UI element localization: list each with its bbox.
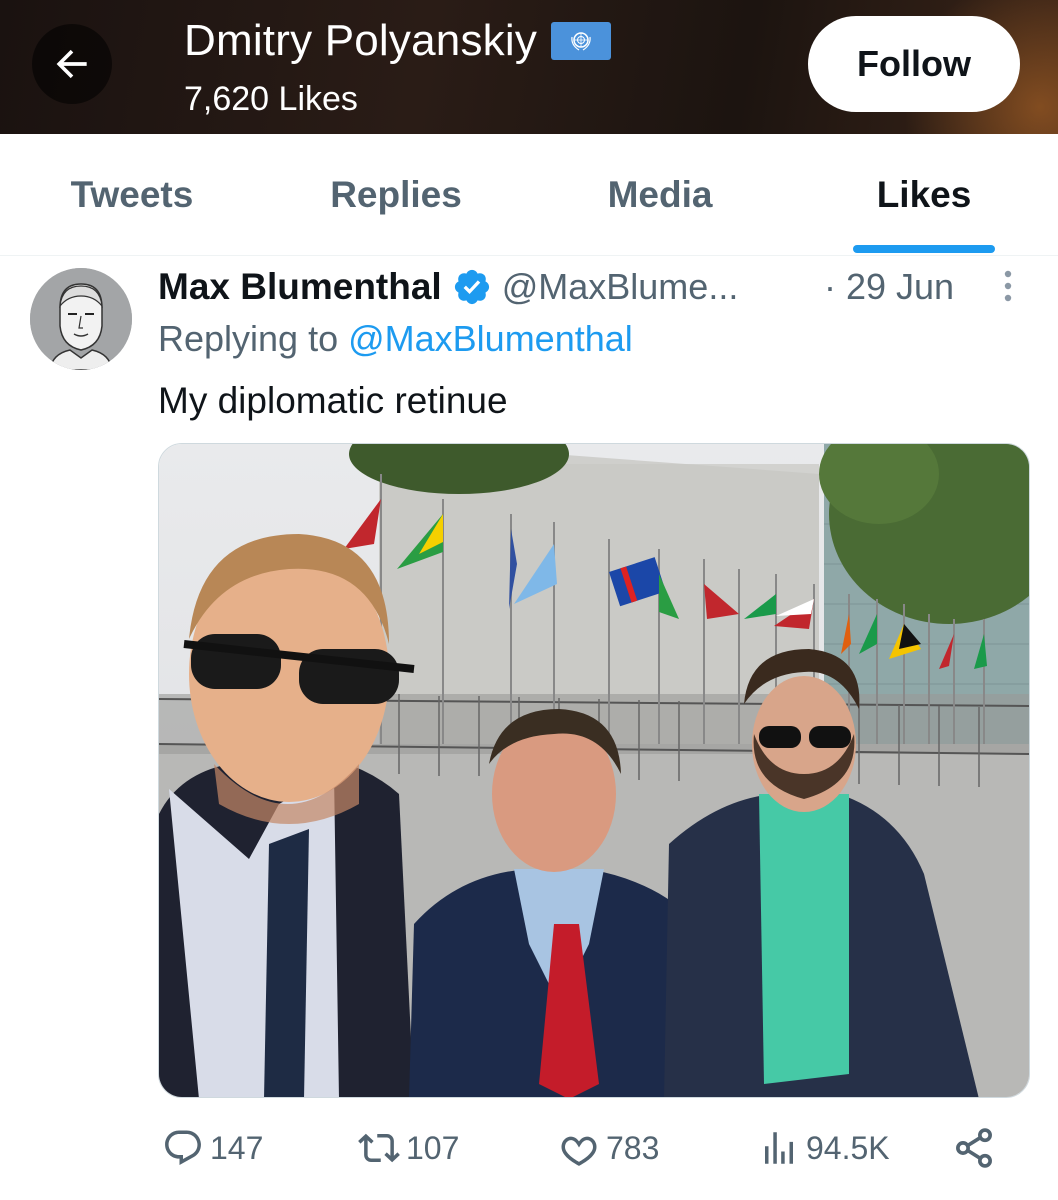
reply-action[interactable]: 147 [162,1122,263,1174]
tab-likes[interactable]: Likes [792,134,1056,256]
replying-prefix: Replying to [158,318,349,359]
reply-icon [165,1130,201,1165]
like-action[interactable]: 783 [558,1122,659,1174]
profile-header: Dmitry Polyanskiy 7,620 Likes Follow [0,0,1058,134]
heart-icon [561,1136,597,1166]
share-icon[interactable] [952,1126,996,1170]
back-button[interactable] [32,24,112,104]
avatar[interactable] [30,268,132,370]
tab-tweets[interactable]: Tweets [0,134,264,256]
tab-media[interactable]: Media [528,134,792,256]
active-tab-indicator [853,245,995,253]
follow-button[interactable]: Follow [808,16,1020,112]
profile-likes-count: 7,620 Likes [184,80,358,118]
like-count: 783 [606,1129,660,1166]
replying-handle-link[interactable]: @MaxBlumenthal [348,318,633,359]
profile-name: Dmitry Polyanskiy [184,16,538,65]
tweet-photo[interactable] [158,443,1030,1098]
views-chart-icon [765,1132,793,1164]
views-action[interactable]: 94.5K [758,1122,890,1174]
tweet-date[interactable]: · 29 Jun [824,262,954,312]
tab-replies[interactable]: Replies [264,134,528,256]
tweet-text: My diplomatic retinue [158,380,508,421]
un-flag-icon [551,22,612,60]
author-name[interactable]: Max Blumenthal [158,266,442,308]
replying-to: Replying to @MaxBlumenthal [158,318,633,360]
tweet-header: Max Blumenthal @MaxBlume... [158,262,738,312]
retweet-action[interactable]: 107 [358,1122,459,1174]
retweet-icon [358,1133,400,1163]
more-options-icon[interactable] [998,266,1018,306]
retweet-count: 107 [406,1129,460,1166]
profile-name-row: Dmitry Polyanskiy [184,16,612,66]
author-handle[interactable]: @MaxBlume... [502,266,739,308]
arrow-left-icon [56,49,87,79]
verified-badge-icon [454,269,489,305]
views-count: 94.5K [806,1129,890,1166]
profile-tabs: Tweets Replies Media Likes [0,134,1058,256]
reply-count: 147 [210,1129,264,1166]
